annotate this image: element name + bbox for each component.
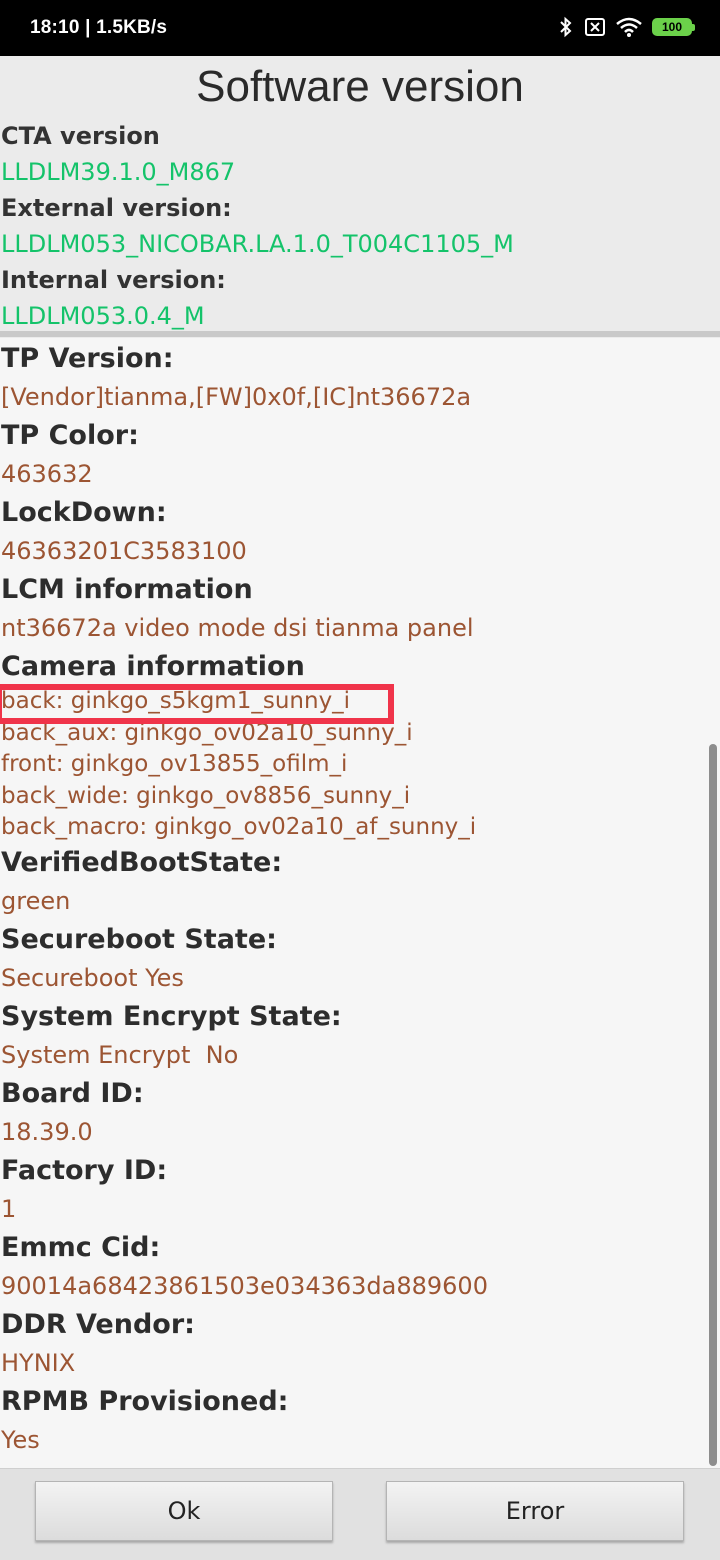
emmc-cid-value: 90014a68423861503e034363da889600 (1, 1271, 488, 1300)
lockdown-label: LockDown: (1, 497, 167, 528)
tp-color-value: 463632 (1, 460, 93, 488)
battery-level: 100 (661, 20, 683, 34)
external-version-label: External version: (1, 194, 232, 222)
scrollbar[interactable] (709, 744, 717, 1466)
lcm-info-value: nt36672a video mode dsi tianma panel (1, 614, 474, 642)
factory-id-label: Factory ID: (1, 1154, 168, 1186)
rpmb-label: RPMB Provisioned: (1, 1385, 289, 1417)
highlight-annotation-box (0, 684, 394, 724)
internal-version-value: LLDLM053.0.4_M (1, 302, 205, 330)
secureboot-value: Secureboot Yes (1, 963, 184, 992)
lockdown-value: 46363201C3583100 (1, 537, 247, 565)
camera-back-wide: back_wide: ginkgo_ov8856_sunny_i (1, 782, 411, 809)
no-sim-icon (585, 18, 605, 36)
verified-boot-value: green (1, 886, 71, 915)
bluetooth-icon (560, 16, 572, 38)
verified-boot-label: VerifiedBootState: (1, 846, 283, 878)
ddr-vendor-label: DDR Vendor: (1, 1308, 195, 1340)
board-id-label: Board ID: (1, 1077, 144, 1109)
status-time-speed: 18:10 | 1.5KB/s (30, 17, 168, 38)
version-section: CTA version LLDLM39.1.0_M867 External ve… (0, 118, 720, 334)
internal-version-label: Internal version: (1, 266, 226, 294)
section-divider (0, 331, 720, 337)
lcm-info-label: LCM information (1, 574, 253, 605)
rpmb-value: Yes (1, 1425, 40, 1454)
tp-version-label: TP Version: (1, 343, 174, 374)
camera-back-macro: back_macro: ginkgo_ov02a10_af_sunny_i (1, 814, 477, 840)
status-bar: 18:10 | 1.5KB/s 100 (0, 0, 720, 56)
tp-color-label: TP Color: (1, 420, 139, 451)
cta-version-value: LLDLM39.1.0_M867 (1, 158, 236, 186)
cta-version-label: CTA version (1, 122, 160, 150)
button-bar: Ok Error (0, 1468, 720, 1560)
ddr-vendor-value: HYNIX (1, 1348, 76, 1377)
error-button[interactable]: Error (386, 1481, 684, 1541)
external-version-value: LLDLM053_NICOBAR.LA.1.0_T004C1105_M (1, 230, 514, 258)
camera-front: front: ginkgo_ov13855_ofilm_i (1, 751, 348, 777)
wifi-icon (616, 17, 642, 37)
system-encrypt-label: System Encrypt State: (1, 1000, 342, 1032)
battery-icon: 100 (652, 18, 695, 36)
info-scroll-area[interactable]: TP Version: [Vendor]tianma,[FW]0x0f,[IC]… (0, 338, 720, 1468)
camera-info-label: Camera information (1, 651, 305, 682)
emmc-cid-label: Emmc Cid: (1, 1231, 161, 1263)
page-title: Software version (196, 62, 524, 111)
board-id-value: 18.39.0 (1, 1117, 93, 1146)
tp-version-value: [Vendor]tianma,[FW]0x0f,[IC]nt36672a (1, 383, 472, 411)
ok-button[interactable]: Ok (35, 1481, 333, 1541)
factory-id-value: 1 (1, 1194, 17, 1223)
system-encrypt-value: System Encrypt No (1, 1040, 239, 1069)
status-icons: 100 (558, 16, 695, 38)
secureboot-label: Secureboot State: (1, 923, 277, 955)
